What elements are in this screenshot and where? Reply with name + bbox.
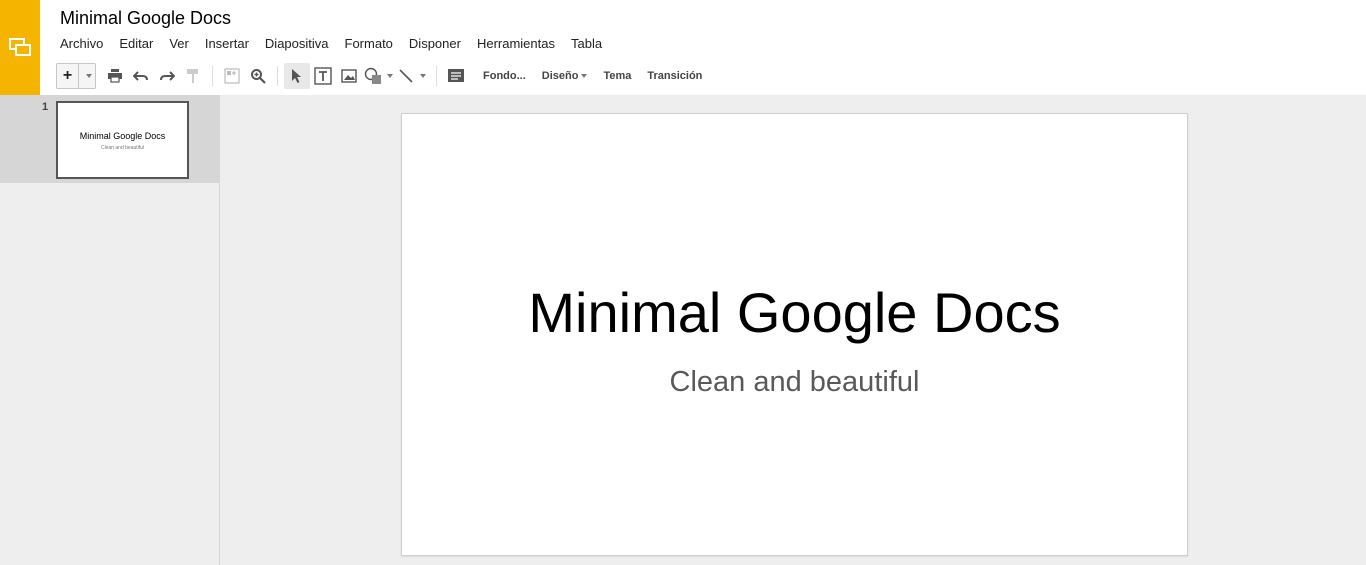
select-tool-button[interactable] <box>284 63 310 89</box>
menu-editar[interactable]: Editar <box>111 35 161 53</box>
menu-disponer[interactable]: Disponer <box>401 35 469 53</box>
menu-diapositiva[interactable]: Diapositiva <box>257 35 337 53</box>
zoom-icon <box>251 69 266 84</box>
slide-thumbnail[interactable]: Minimal Google Docs Clean and beautiful <box>56 101 189 179</box>
line-icon <box>399 69 413 83</box>
toolbar-divider <box>277 66 278 86</box>
toolbar-divider <box>212 66 213 86</box>
toolbar: + Fondo... Diseño Tema Transición <box>56 62 710 90</box>
transition-button[interactable]: Transición <box>639 63 710 89</box>
image-icon <box>341 69 357 83</box>
thumbnail-title: Minimal Google Docs <box>79 131 166 141</box>
image-button[interactable] <box>336 63 362 89</box>
chevron-down-icon <box>386 74 393 78</box>
text-box-icon <box>314 67 332 85</box>
redo-icon <box>160 71 175 81</box>
zoom-button[interactable] <box>245 63 271 89</box>
slide-canvas[interactable]: Minimal Google Docs Clean and beautiful <box>401 113 1188 556</box>
zoom-fit-icon <box>224 68 240 84</box>
slide-number: 1 <box>42 101 49 113</box>
layout-label: Diseño <box>541 70 579 82</box>
slide-title[interactable]: Minimal Google Docs <box>402 280 1187 345</box>
chevron-down-icon <box>85 74 92 78</box>
shape-icon <box>364 67 381 84</box>
header: Minimal Google Docs Archivo Editar Ver I… <box>0 0 1366 95</box>
slide-filmstrip: 1 Minimal Google Docs Clean and beautifu… <box>0 95 220 565</box>
menu-insertar[interactable]: Insertar <box>197 35 257 53</box>
slides-logo[interactable] <box>0 0 40 95</box>
paint-format-icon <box>187 69 198 83</box>
comment-button[interactable] <box>443 63 469 89</box>
shape-button[interactable] <box>362 63 394 89</box>
zoom-fit-button[interactable] <box>219 63 245 89</box>
filmstrip-slide-1[interactable]: 1 Minimal Google Docs Clean and beautifu… <box>0 95 219 183</box>
menu-herramientas[interactable]: Herramientas <box>469 35 563 53</box>
chevron-down-icon <box>420 74 426 78</box>
undo-button[interactable] <box>128 63 154 89</box>
thumbnail-subtitle: Clean and beautiful <box>100 145 145 151</box>
print-icon <box>108 69 122 83</box>
text-box-button[interactable] <box>310 63 336 89</box>
undo-icon <box>133 71 148 81</box>
new-slide-dropdown[interactable] <box>79 64 95 88</box>
document-title[interactable]: Minimal Google Docs <box>60 8 231 29</box>
comment-icon <box>448 69 464 82</box>
slides-logo-icon <box>9 37 31 56</box>
menu-bar: Archivo Editar Ver Insertar Diapositiva … <box>52 35 610 53</box>
redo-button[interactable] <box>154 63 180 89</box>
select-icon <box>292 69 301 83</box>
print-button[interactable] <box>102 63 128 89</box>
menu-tabla[interactable]: Tabla <box>563 35 610 53</box>
paint-format-button[interactable] <box>180 63 206 89</box>
toolbar-divider <box>436 66 437 86</box>
new-slide-button[interactable]: + <box>56 63 96 89</box>
theme-button[interactable]: Tema <box>595 63 639 89</box>
slide-canvas-area: Minimal Google Docs Clean and beautiful <box>221 95 1366 565</box>
layout-button[interactable]: Diseño <box>534 63 596 89</box>
menu-archivo[interactable]: Archivo <box>52 35 111 53</box>
slide-subtitle[interactable]: Clean and beautiful <box>402 366 1187 399</box>
menu-formato[interactable]: Formato <box>337 35 401 53</box>
background-button[interactable]: Fondo... <box>475 63 534 89</box>
menu-ver[interactable]: Ver <box>161 35 197 53</box>
line-button[interactable] <box>394 63 430 89</box>
new-slide-plus[interactable]: + <box>57 64 79 88</box>
chevron-down-icon <box>581 74 588 78</box>
